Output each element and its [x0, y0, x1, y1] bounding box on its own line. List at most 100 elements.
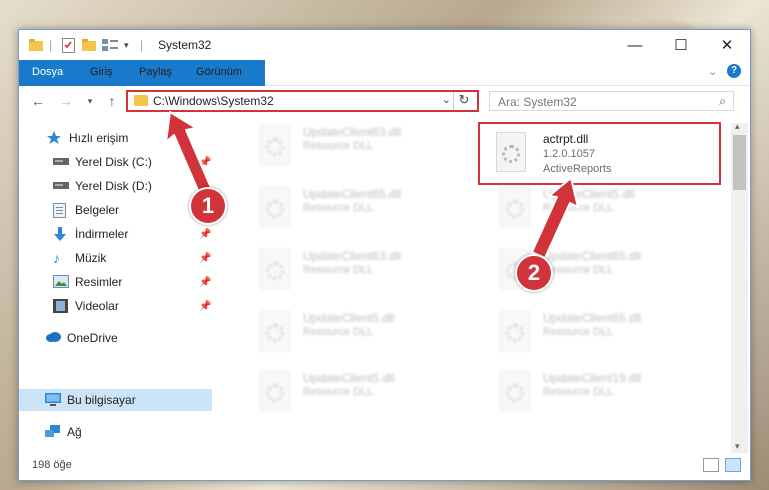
step-badge-2: 2: [515, 254, 553, 292]
customize-toolbar-icon[interactable]: ▾: [124, 37, 129, 53]
sidebar-item-quick-access[interactable]: Hızlı erişim: [19, 127, 212, 149]
sidebar-item-label: OneDrive: [67, 331, 118, 345]
list-item[interactable]: UpdateClient63.dll Resource DLL: [253, 247, 473, 295]
drive-icon: [53, 155, 69, 169]
recent-locations-button[interactable]: ▾: [81, 92, 99, 110]
folder-icon: [134, 95, 148, 106]
sidebar-item-pictures[interactable]: Resimler 📌: [19, 271, 212, 293]
sidebar-item-label: Müzik: [75, 251, 107, 265]
step-badge-1: 1: [189, 187, 227, 225]
dll-file-icon: [260, 371, 290, 411]
file-list: UpdateClient63.dll Resource DLL UpdateCl…: [233, 122, 733, 453]
view-options-icon[interactable]: [102, 37, 120, 53]
dll-file-icon: [500, 311, 530, 351]
star-icon: [47, 131, 63, 145]
list-item[interactable]: UpdateClient5.dll Resource DLL: [493, 185, 713, 233]
file-name: actrpt.dll: [543, 132, 589, 146]
back-button[interactable]: ←: [29, 92, 47, 110]
navigation-bar: ← → ▾ ↑ C:\Windows\System32 ⌄ ↻ ⌕: [19, 86, 750, 118]
separator: |: [140, 38, 144, 52]
pin-icon[interactable]: 📌: [199, 277, 211, 288]
sidebar-item-documents[interactable]: Belgeler: [19, 199, 212, 221]
vertical-scrollbar[interactable]: ▴ ▾: [731, 121, 748, 453]
pin-icon[interactable]: 📌: [199, 301, 211, 312]
sidebar-item-label: Videolar: [75, 299, 119, 313]
video-icon: [53, 299, 69, 313]
pin-icon[interactable]: 📌: [199, 229, 211, 240]
sidebar-item-this-pc[interactable]: Bu bilgisayar: [19, 389, 212, 411]
download-icon: [53, 227, 69, 241]
sidebar-item-label: Yerel Disk (D:): [75, 179, 152, 193]
scroll-up-icon[interactable]: ▴: [735, 121, 740, 132]
scroll-down-icon[interactable]: ▾: [735, 441, 740, 452]
sidebar-item-label: Hızlı erişim: [69, 131, 129, 145]
up-button[interactable]: ↑: [103, 92, 121, 110]
pin-icon[interactable]: 📌: [199, 253, 211, 264]
window-title: System32: [158, 38, 212, 52]
cloud-icon: [45, 331, 61, 345]
new-folder-icon[interactable]: [82, 37, 96, 53]
minimize-button[interactable]: —: [612, 30, 658, 60]
sidebar-item-label: Resimler: [75, 275, 123, 289]
separator: |: [49, 38, 53, 52]
search-input[interactable]: [496, 94, 700, 110]
pictures-icon: [53, 275, 69, 289]
help-icon[interactable]: ?: [727, 64, 741, 78]
dll-file-icon: [500, 187, 530, 227]
close-button[interactable]: ✕: [704, 30, 750, 60]
item-count: 198 öğe: [32, 459, 72, 471]
folder-icon: [29, 37, 43, 53]
explorer-window: | ▾ | System32 — ☐ ✕ Dosya Giriş Paylaş …: [18, 29, 751, 481]
address-path: C:\Windows\System32: [153, 94, 274, 108]
search-box[interactable]: ⌕: [489, 91, 734, 111]
dll-file-icon: [260, 187, 290, 227]
file-version: 1.2.0.1057: [543, 148, 595, 160]
drive-icon: [53, 179, 69, 193]
dll-file-icon: [260, 125, 290, 165]
highlighted-file-actrpt[interactable]: actrpt.dll 1.2.0.1057 ActiveReports: [478, 122, 721, 185]
status-bar: 198 öğe: [19, 454, 750, 478]
dll-file-icon: [260, 249, 290, 289]
search-icon[interactable]: ⌕: [719, 94, 726, 109]
title-bar: | ▾ | System32 — ☐ ✕: [19, 30, 750, 60]
sidebar-item-label: Yerel Disk (C:): [75, 155, 152, 169]
sidebar-item-label: İndirmeler: [75, 227, 129, 241]
list-item[interactable]: UpdateClient5.dll Resource DLL: [253, 369, 473, 417]
properties-icon[interactable]: [62, 37, 75, 53]
computer-icon: [45, 393, 61, 407]
list-item[interactable]: UpdateClient65.dll Resource DLL: [493, 309, 713, 357]
sidebar-item-videos[interactable]: Videolar 📌: [19, 295, 212, 317]
file-company: ActiveReports: [543, 163, 612, 175]
ribbon: Dosya Giriş Paylaş Görünüm ⌄ ?: [19, 60, 750, 108]
sidebar-item-label: Ağ: [67, 425, 82, 439]
forward-button[interactable]: →: [57, 92, 75, 110]
network-icon: [45, 425, 61, 439]
details-view-icon[interactable]: [703, 458, 719, 472]
pin-icon[interactable]: 📌: [199, 157, 211, 168]
documents-icon: [53, 203, 69, 218]
tab-home[interactable]: Giriş: [90, 60, 113, 85]
sidebar-item-local-disk-c[interactable]: Yerel Disk (C:) 📌: [19, 151, 212, 173]
sidebar-item-label: Bu bilgisayar: [67, 393, 136, 407]
dll-file-icon: [500, 371, 530, 411]
sidebar-item-local-disk-d[interactable]: Yerel Disk (D:): [19, 175, 212, 197]
chevron-down-icon[interactable]: ⌄: [442, 93, 451, 106]
ribbon-collapse-icon[interactable]: ⌄: [708, 65, 717, 78]
list-item[interactable]: UpdateClient65.dll Resource DLL: [253, 185, 473, 233]
sidebar-item-onedrive[interactable]: OneDrive: [19, 327, 212, 349]
scrollbar-thumb[interactable]: [733, 135, 746, 190]
tab-view[interactable]: Görünüm: [196, 60, 242, 85]
dll-file-icon: [260, 311, 290, 351]
address-bar[interactable]: C:\Windows\System32 ⌄ ↻: [126, 90, 479, 112]
large-icons-view-icon[interactable]: [725, 458, 741, 472]
navigation-pane: Hızlı erişim Yerel Disk (C:) 📌 Yerel Dis…: [19, 123, 212, 453]
sidebar-item-music[interactable]: ♪ Müzik 📌: [19, 247, 212, 269]
sidebar-item-downloads[interactable]: İndirmeler 📌: [19, 223, 212, 245]
list-item[interactable]: UpdateClient5.dll Resource DLL: [253, 309, 473, 357]
refresh-icon[interactable]: ↻: [453, 92, 474, 110]
tab-share[interactable]: Paylaş: [139, 60, 172, 85]
list-item[interactable]: UpdateClient63.dll Resource DLL: [253, 123, 473, 171]
sidebar-item-network[interactable]: Ağ: [19, 421, 212, 443]
list-item[interactable]: UpdateClient19.dll Resource DLL: [493, 369, 713, 417]
maximize-button[interactable]: ☐: [658, 30, 704, 60]
